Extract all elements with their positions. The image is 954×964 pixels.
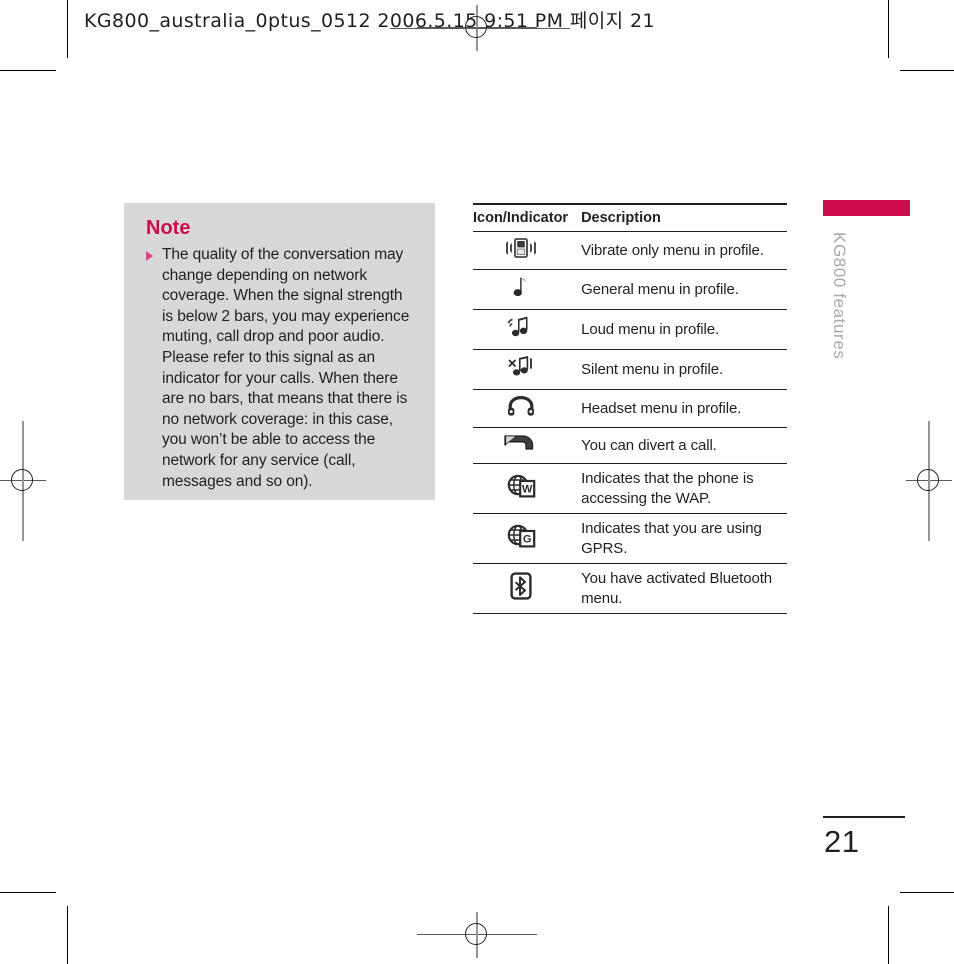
- manual-page: KG800_australia_0ptus_0512 2006.5.15 9:5…: [0, 0, 954, 964]
- gprs-globe-icon: G: [506, 522, 536, 550]
- note-bullet-item: The quality of the conversation may chan…: [146, 245, 417, 492]
- table-row: Silent menu in profile.: [473, 349, 787, 390]
- cell-icon: [473, 389, 569, 428]
- triangle-bullet-icon: [146, 251, 153, 261]
- call-divert-icon: [503, 433, 539, 453]
- general-profile-note-icon: [510, 275, 532, 299]
- cell-description: General menu in profile.: [568, 269, 787, 310]
- bluetooth-icon: [509, 572, 533, 600]
- vibrate-only-icon: [504, 237, 538, 259]
- cell-description: Indicates that the phone is accessing th…: [568, 463, 787, 514]
- cell-description: Headset menu in profile.: [568, 389, 787, 428]
- cell-description: Indicates that you are using GPRS.: [568, 513, 787, 564]
- silent-profile-icon: [506, 355, 536, 379]
- column-header-icon: Icon/Indicator: [473, 203, 569, 232]
- crop-mark-bottom-right-vertical: [888, 906, 889, 964]
- page-number: 21: [824, 824, 860, 859]
- crop-mark-top-left-horizontal: [0, 70, 56, 71]
- crop-mark-top-left-vertical: [67, 0, 68, 58]
- table-row: G Indicates that you are using GPRS.: [473, 513, 787, 564]
- cell-icon: [473, 269, 569, 310]
- icon-indicator-table: Icon/Indicator Description Vibrate only …: [473, 203, 787, 614]
- registration-mark-ring: [917, 469, 939, 491]
- svg-text:W: W: [522, 484, 533, 496]
- table-row: General menu in profile.: [473, 269, 787, 310]
- cell-description: You have activated Bluetooth menu.: [568, 563, 787, 614]
- note-body-text: The quality of the conversation may chan…: [162, 246, 410, 490]
- cell-icon: G: [473, 513, 569, 564]
- section-tab-bar: [823, 200, 910, 216]
- table-row: Headset menu in profile.: [473, 389, 787, 428]
- column-header-description: Description: [568, 203, 787, 232]
- registration-mark-ring: [465, 923, 487, 945]
- cell-description: Loud menu in profile.: [568, 309, 787, 350]
- folio-rule: [823, 816, 905, 818]
- registration-mark-left-middle: [0, 421, 46, 541]
- cell-icon: [473, 231, 569, 270]
- cell-description: You can divert a call.: [568, 427, 787, 464]
- headset-icon: [507, 395, 535, 417]
- table-header: Icon/Indicator Description: [473, 203, 787, 232]
- cell-icon: [473, 349, 569, 390]
- table-row: Loud menu in profile.: [473, 309, 787, 350]
- cell-icon: [473, 309, 569, 350]
- note-panel: Note The quality of the conversation may…: [124, 203, 435, 500]
- cell-icon: [473, 563, 569, 614]
- note-title: Note: [146, 217, 191, 239]
- registration-mark-bottom-center: [417, 912, 537, 958]
- cell-icon: W: [473, 463, 569, 514]
- loud-profile-notes-icon: [505, 315, 537, 339]
- table-row: W Indicates that the phone is accessing …: [473, 463, 787, 514]
- svg-text:G: G: [522, 534, 531, 546]
- table-body: Vibrate only menu in profile. General me…: [473, 231, 787, 614]
- registration-mark-right-middle: [906, 421, 952, 541]
- cell-icon: [473, 427, 569, 464]
- crop-mark-top-right-horizontal: [900, 70, 954, 71]
- crop-mark-bottom-left-vertical: [67, 906, 68, 964]
- registration-mark-ring: [11, 469, 33, 491]
- crop-mark-top-right-vertical: [888, 0, 889, 58]
- cell-description: Silent menu in profile.: [568, 349, 787, 390]
- wap-globe-icon: W: [506, 472, 536, 500]
- crop-mark-bottom-right-horizontal: [900, 892, 954, 893]
- table-row: Vibrate only menu in profile.: [473, 231, 787, 270]
- crop-mark-bottom-left-horizontal: [0, 892, 56, 893]
- cell-description: Vibrate only menu in profile.: [568, 231, 787, 270]
- table-header-row: Icon/Indicator Description: [473, 203, 787, 232]
- table-row: You have activated Bluetooth menu.: [473, 563, 787, 614]
- table-row: You can divert a call.: [473, 427, 787, 464]
- print-slug-line: KG800_australia_0ptus_0512 2006.5.15 9:5…: [84, 10, 655, 32]
- section-running-head: KG800 features: [830, 232, 849, 360]
